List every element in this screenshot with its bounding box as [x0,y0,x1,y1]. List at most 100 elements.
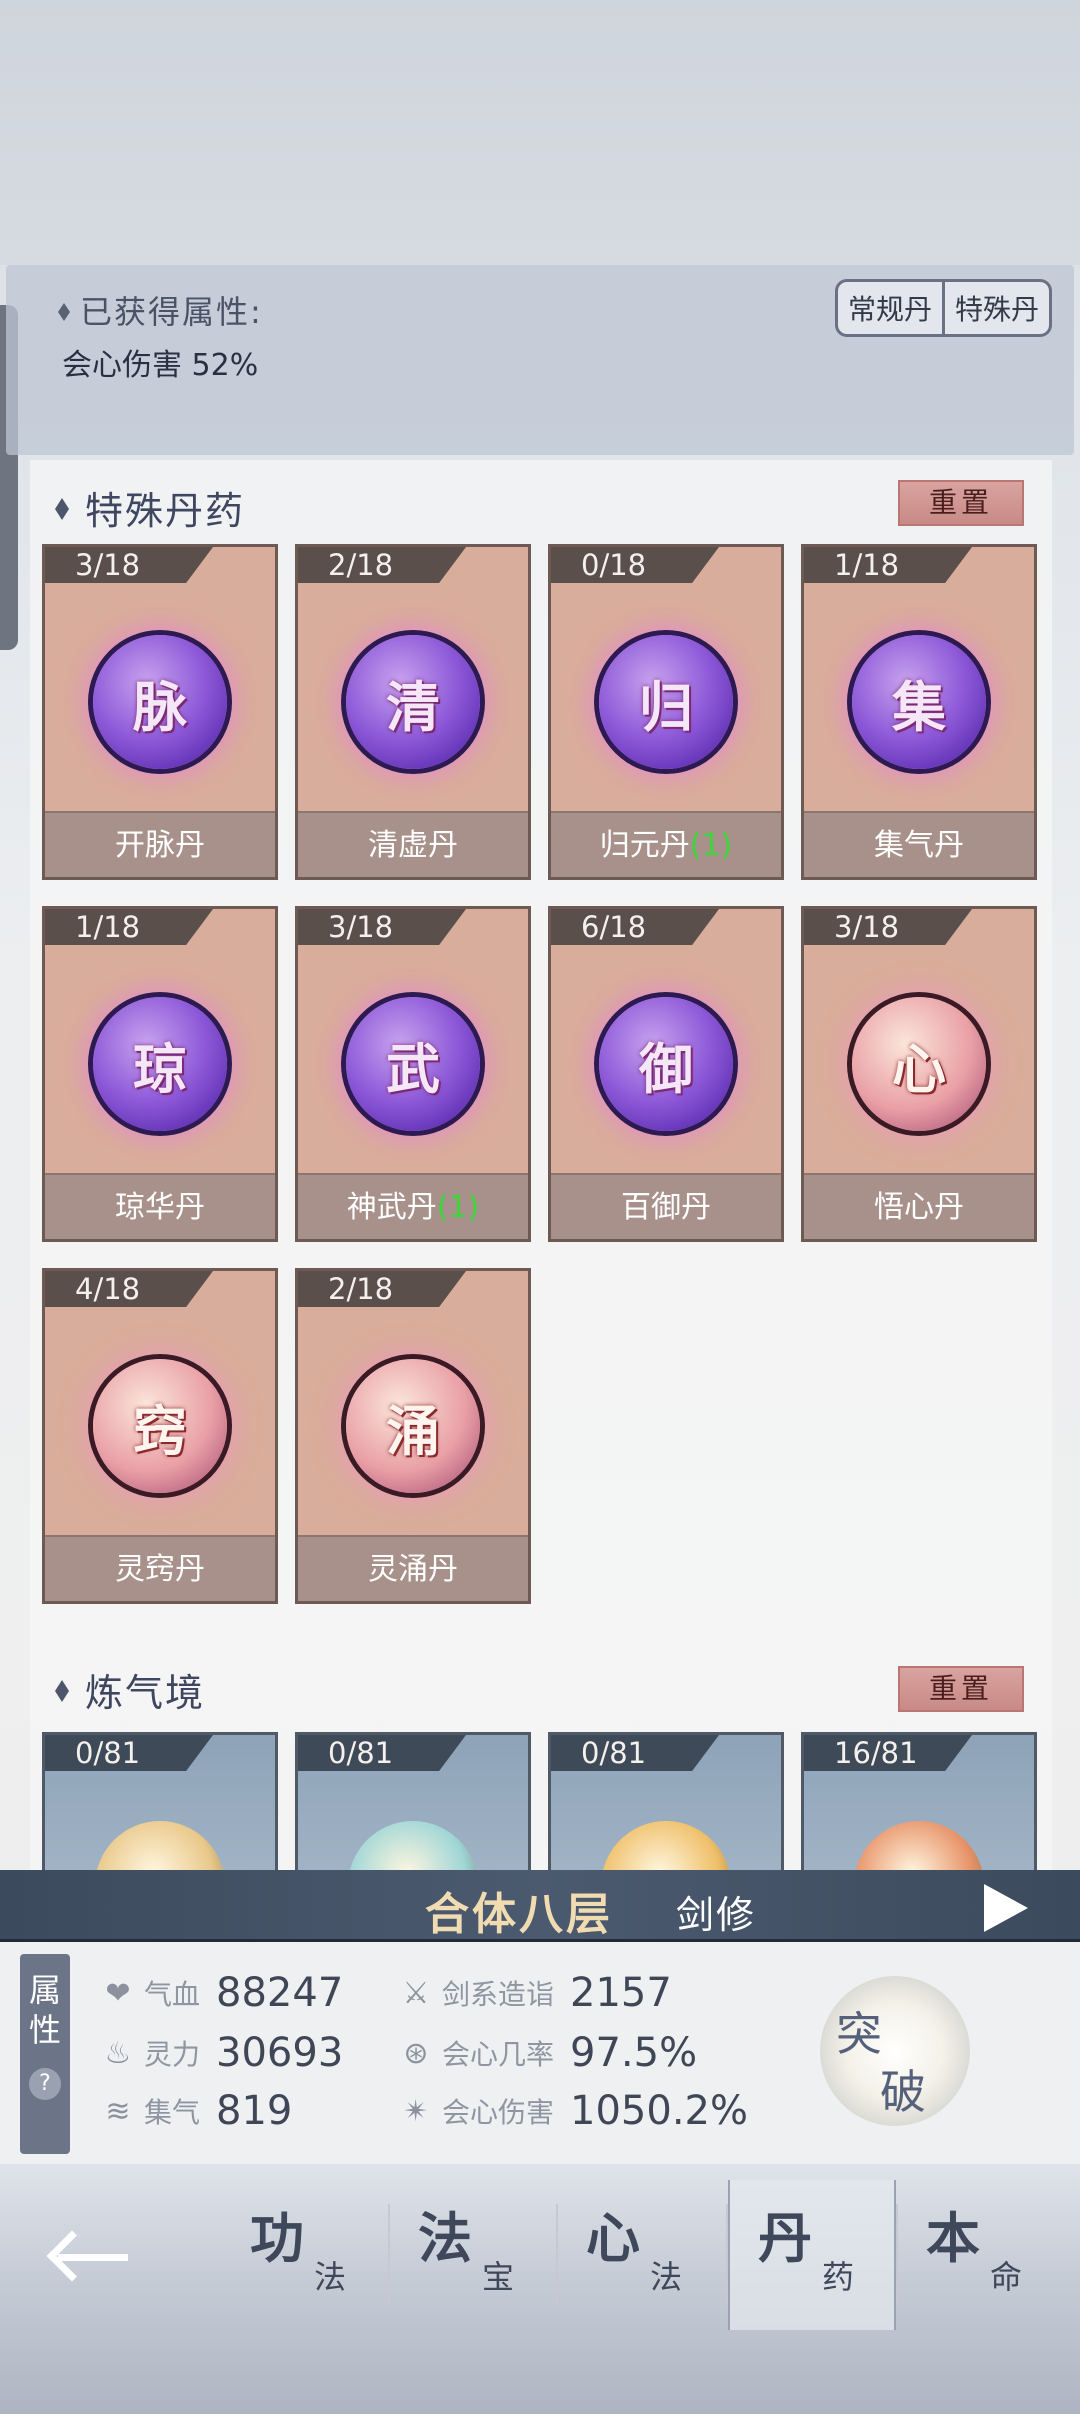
stat-label: 会心伤害 [442,2096,555,2129]
back-arrow-icon[interactable] [46,2228,130,2288]
pill-name-text: 开脉丹 [115,828,205,863]
pill-orb-icon: 集 [852,635,986,769]
special-pills-header: 特殊丹药 [55,480,245,535]
pill-orb-icon: 清 [346,635,480,769]
nav-tab[interactable]: 功法 [222,2194,390,2314]
crit-rate-icon: ⊛ [403,2035,429,2071]
pill-name-text: 归元丹 [599,828,690,863]
special-reset-button[interactable]: 重置 [898,480,1024,526]
pill-card[interactable]: 3/18 心悟心丹 [801,906,1037,1242]
stat-item: ✴ 会心伤害 1050.2% [398,2088,748,2134]
pill-count: 2/18 [328,548,394,582]
qi-realm-title: 炼气境 [85,1671,206,1715]
nav-tab[interactable]: 心法 [558,2194,726,2314]
pill-name-text: 灵涌丹 [368,1552,458,1587]
swirl-icon: ≋ [105,2093,131,2129]
breakthrough-char-2: 破 [880,2065,926,2119]
cultivation-class: 剑修 [676,1893,757,1937]
acquired-attributes-panel: 已获得属性: 会心伤害 52% 常规丹 特殊丹 [6,265,1074,455]
nav-tab-big-char: 法 [418,2206,472,2270]
pill-glyph: 清 [386,674,440,739]
stat-item: ❤ 气血 88247 [100,1970,343,2016]
bottom-nav: 功法法宝心法丹药本命 [0,2164,1080,2414]
pill-card[interactable]: 4/18 窍灵窍丹 [42,1268,278,1604]
pill-count: 3/18 [75,548,141,582]
stats-panel: 属性 ? ❤ 气血 88247 ♨ 灵力 30693 ≋ 集气 819 ⚔ 剑系造诣 2157 ⊛ 会心几… [0,1942,1080,2164]
pill-card[interactable]: 2/18 清清虚丹 [295,544,531,880]
pill-glyph: 涌 [386,1398,440,1463]
pill-card[interactable]: 6/18 御百御丹 [548,906,784,1242]
pill-count: 1/18 [834,548,900,582]
pill-card[interactable]: 3/18 脉开脉丹 [42,544,278,880]
pill-count: 3/18 [328,910,394,944]
stat-value: 2157 [570,1970,672,2016]
pill-count: 1/18 [75,910,141,944]
qi-pill-card[interactable]: 0/81 [548,1732,784,1892]
play-icon[interactable] [984,1884,1028,1932]
diamond-icon [55,498,69,520]
pill-orb-icon: 脉 [93,635,227,769]
nav-tab[interactable]: 法宝 [390,2194,558,2314]
pill-name: 琼华丹 [45,1173,275,1239]
pill-name: 百御丹 [551,1173,781,1239]
qi-reset-button[interactable]: 重置 [898,1666,1024,1712]
pill-name-text: 百御丹 [621,1190,711,1225]
pill-count: 6/18 [581,910,647,944]
toggle-regular-pills[interactable]: 常规丹 [838,282,942,334]
pill-name: 灵涌丹 [298,1535,528,1601]
stat-value: 819 [216,2088,293,2134]
nav-tab-big-char: 丹 [758,2206,812,2270]
pill-card[interactable]: 3/18 武神武丹(1) [295,906,531,1242]
breakthrough-char-1: 突 [836,2007,882,2061]
pill-count: 0/81 [75,1736,141,1770]
pill-name-text: 集气丹 [874,828,964,863]
pill-count: 2/18 [328,1272,394,1306]
qi-pill-card[interactable]: 16/81 [801,1732,1037,1892]
breakthrough-button[interactable]: 突 破 [820,1976,970,2126]
pill-glyph: 武 [386,1036,440,1101]
pill-count: 0/81 [328,1736,394,1770]
pill-card[interactable]: 1/18 琼琼华丹 [42,906,278,1242]
pill-orb-icon: 窍 [93,1359,227,1493]
pill-name: 开脉丹 [45,811,275,877]
pill-list-panel[interactable]: 特殊丹药 重置 3/18 脉开脉丹 2/18 清清虚丹 0/18 归归元丹(1) 1/18 集… [30,460,1052,1892]
nav-tab-small-char: 宝 [482,2258,515,2296]
pill-count: 0/81 [581,1736,647,1770]
pill-glyph: 琼 [133,1036,187,1101]
heart-icon: ❤ [105,1975,131,2011]
stat-label: 集气 [144,2096,201,2129]
qi-pill-card[interactable]: 0/81 [42,1732,278,1892]
pill-count: 0/18 [581,548,647,582]
pill-glyph: 归 [639,674,693,739]
pill-orb-icon: 御 [599,997,733,1131]
nav-tab[interactable]: 丹药 [728,2180,896,2330]
help-icon[interactable]: ? [29,2068,61,2100]
acquired-attributes-title: 已获得属性: [58,287,263,333]
nav-separator [556,2204,558,2304]
top-backdrop [0,0,1080,265]
nav-tab-big-char: 本 [926,2206,980,2270]
pill-name: 集气丹 [804,811,1034,877]
pill-glyph: 集 [892,674,946,739]
acquired-attributes-label: 已获得属性: [80,293,263,331]
pill-bonus: (1) [689,828,733,863]
stat-item: ♨ 灵力 30693 [100,2030,344,2076]
pill-name-text: 灵窍丹 [115,1552,205,1587]
nav-separator [896,2204,898,2304]
pill-orb-icon: 琼 [93,997,227,1131]
nav-tab-small-char: 法 [650,2258,683,2296]
attributes-tab[interactable]: 属性 ? [20,1954,70,2154]
nav-separator [388,2204,390,2304]
toggle-special-pills[interactable]: 特殊丹 [941,282,1049,334]
diamond-icon [58,303,70,321]
pill-name: 悟心丹 [804,1173,1034,1239]
nav-tab[interactable]: 本命 [898,2194,1066,2314]
pill-type-toggle: 常规丹 特殊丹 [834,279,1052,337]
pill-card[interactable]: 2/18 涌灵涌丹 [295,1268,531,1604]
pill-glyph: 御 [639,1036,693,1101]
pill-card[interactable]: 0/18 归归元丹(1) [548,544,784,880]
nav-tab-small-char: 法 [314,2258,347,2296]
pill-card[interactable]: 1/18 集集气丹 [801,544,1037,880]
qi-pill-card[interactable]: 0/81 [295,1732,531,1892]
pill-name: 归元丹(1) [551,811,781,877]
